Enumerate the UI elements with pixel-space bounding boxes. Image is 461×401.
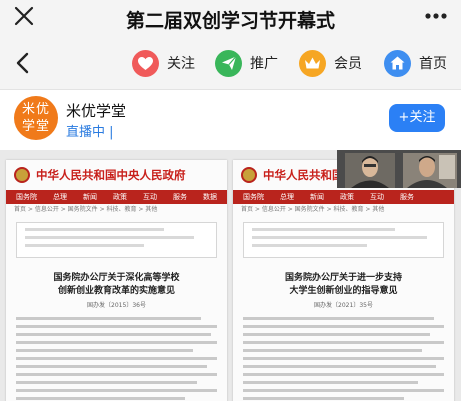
gov-site-nav: 国务院 总理 新闻 政策 互动 服务 — [233, 190, 454, 204]
document-meta-table — [16, 222, 217, 258]
home-tool-label: 首页 — [419, 56, 447, 72]
avatar-text-line2: 学堂 — [21, 119, 50, 134]
speaker-thumbnail — [345, 153, 395, 188]
page-title: 第二届双创学习节开幕式 — [125, 10, 335, 32]
avatar[interactable]: 米优 学堂 — [14, 96, 58, 140]
nav-item: 互动 — [370, 193, 384, 201]
channel-name[interactable]: 米优学堂 — [66, 100, 126, 121]
breadcrumb: 首页 > 信息公开 > 国务院文件 > 科技、教育 > 其他 — [241, 206, 385, 213]
document-left: 中华人民共和国中央人民政府 国务院 总理 新闻 政策 互动 服务 数据 首页 >… — [6, 160, 227, 401]
title-bar: 第二届双创学习节开幕式 — [0, 0, 461, 36]
more-icon[interactable] — [423, 4, 449, 28]
nav-item: 政策 — [340, 193, 354, 201]
live-video-player[interactable]: 中华人民共和国中央人民政府 国务院 总理 新闻 政策 互动 服务 数据 首页 >… — [0, 150, 461, 401]
document-right: 中华人民共和国中央 国务院 总理 新闻 政策 互动 服务 首页 > 信息公开 >… — [233, 160, 454, 401]
action-toolbar: 关注 推广 会员 首页 — [0, 36, 461, 90]
home-tool-button[interactable]: 首页 — [384, 48, 447, 78]
gov-site-nav: 国务院 总理 新闻 政策 互动 服务 数据 — [6, 190, 227, 204]
heart-icon — [132, 49, 159, 77]
document-title-line1: 国务院办公厅关于进一步支持 — [284, 273, 402, 283]
document-title: 国务院办公厅关于深化高等学校 创新创业教育改革的实施意见 — [6, 272, 227, 298]
home-icon — [384, 49, 411, 77]
document-title-line1: 国务院办公厅关于深化高等学校 — [53, 273, 180, 283]
document-number: 国办发〔2021〕35号 — [314, 302, 373, 309]
nav-item: 政策 — [113, 193, 127, 201]
document-title-line2: 创新创业教育改革的实施意见 — [57, 286, 175, 296]
channel-header: 米优 学堂 米优学堂 直播中 | +关注 — [0, 90, 461, 150]
nav-item: 国务院 — [243, 193, 264, 201]
document-title: 国务院办公厅关于进一步支持 大学生创新创业的指导意见 — [233, 272, 454, 298]
nav-item: 总理 — [280, 193, 294, 201]
breadcrumb: 首页 > 信息公开 > 国务院文件 > 科技、教育 > 其他 — [14, 206, 158, 213]
speaker-thumbnail — [403, 153, 457, 188]
follow-tool-button[interactable]: 关注 — [132, 48, 195, 78]
share-tool-button[interactable]: 推广 — [215, 48, 278, 78]
nav-item: 新闻 — [83, 193, 97, 201]
nav-item: 国务院 — [16, 193, 37, 201]
national-emblem-icon — [241, 167, 257, 183]
nav-item: 互动 — [143, 193, 157, 201]
nav-item: 新闻 — [310, 193, 324, 201]
avatar-text-line1: 米优 — [21, 102, 50, 117]
crown-icon — [299, 49, 326, 77]
document-body — [16, 317, 217, 400]
nav-item: 服务 — [173, 193, 187, 201]
nav-item: 数据 — [203, 193, 217, 201]
follow-button[interactable]: +关注 — [389, 104, 445, 132]
share-tool-label: 推广 — [250, 56, 278, 72]
nav-item: 服务 — [400, 193, 414, 201]
paper-plane-icon — [215, 49, 242, 77]
member-tool-label: 会员 — [334, 56, 362, 72]
live-status: 直播中 | — [66, 125, 114, 140]
member-tool-button[interactable]: 会员 — [299, 48, 362, 78]
document-body — [243, 317, 444, 400]
document-title-line2: 大学生创新创业的指导意见 — [289, 286, 398, 296]
national-emblem-icon — [14, 167, 30, 183]
follow-tool-label: 关注 — [167, 56, 195, 72]
back-arrow-icon[interactable] — [14, 52, 32, 74]
document-number: 国办发〔2015〕36号 — [87, 302, 146, 309]
gov-site-header: 中华人民共和国中央人民政府 — [6, 160, 227, 190]
speaker-video-overlay[interactable] — [337, 150, 461, 188]
document-meta-table — [243, 222, 444, 258]
gov-site-name: 中华人民共和国中央人民政府 — [36, 168, 186, 182]
nav-item: 总理 — [53, 193, 67, 201]
